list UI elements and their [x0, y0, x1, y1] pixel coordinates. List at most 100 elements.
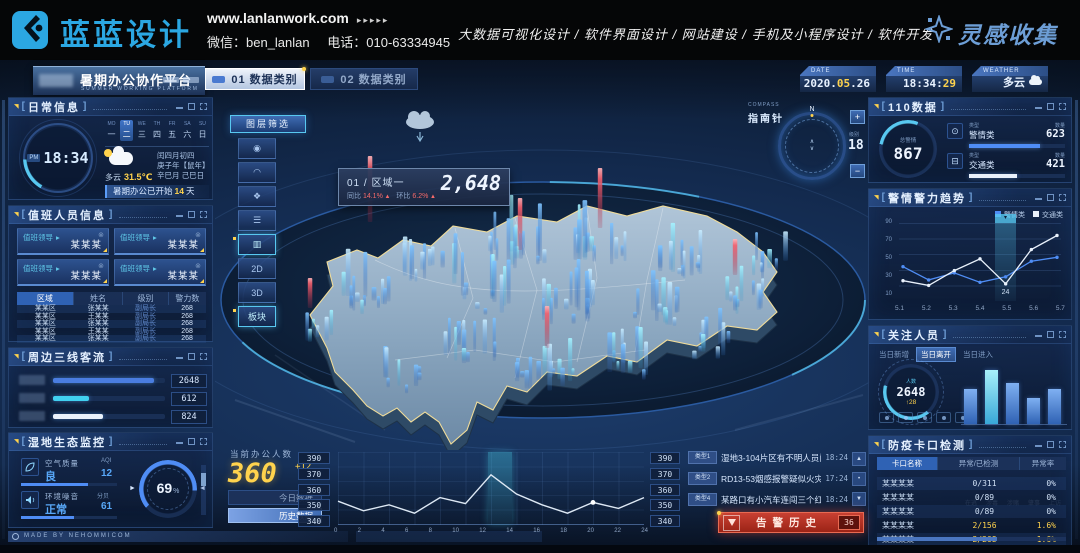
scroll-up-icon[interactable]: ▲ [852, 452, 866, 466]
alert-time: 18:24 [825, 453, 848, 462]
cp-row-1[interactable]: 某某某某0/890% [877, 491, 1066, 504]
window-icon[interactable] [1047, 103, 1054, 110]
layer-block-button[interactable]: 板块 [238, 306, 276, 327]
alert-row[interactable]: 类型2 RD13-53烟感报警疑似火灾 17:24 [688, 470, 848, 487]
minimize-icon[interactable] [176, 354, 183, 359]
layer-signal-button[interactable]: ◠ [238, 162, 276, 183]
tab-data-category-1[interactable]: 01 数据类别 [205, 68, 305, 90]
duty-leader-card[interactable]: 值班领导⊗某某某 [17, 228, 109, 255]
zoom-level-label: 级别 [849, 131, 859, 138]
flow-bar-fill-1 [53, 396, 89, 401]
window-icon[interactable] [188, 438, 195, 445]
layer-3d-button[interactable]: 3D [238, 282, 276, 303]
zoom-level-value: 18 [848, 138, 864, 153]
website-line[interactable]: www.lanlanwork.com▸▸▸▸▸ [207, 10, 389, 26]
right-edge-decor [1075, 100, 1078, 539]
duty-leader-card[interactable]: 值班领导⊗某某某 [17, 259, 109, 286]
compass-dial[interactable]: N ∧∨ [778, 112, 846, 180]
window-icon[interactable] [1047, 331, 1054, 338]
scroll-down-icon[interactable]: ▼ [852, 492, 866, 506]
panel-title: 警情警力趋势 [888, 190, 966, 206]
time-label: TIME [886, 66, 962, 76]
minimize-icon[interactable] [176, 439, 183, 444]
checkpoint-scrollbar[interactable] [877, 537, 1066, 541]
minimize-icon[interactable] [1035, 332, 1042, 337]
duty-table-header: 区域姓名级别警力数 [17, 292, 206, 305]
expand-icon[interactable] [1059, 103, 1066, 110]
alert-row[interactable]: 类型4 某路口有小汽车连闯三个红灯 18:24 [688, 491, 848, 508]
window-icon[interactable] [188, 211, 195, 218]
layer-2d-button[interactable]: 2D [238, 258, 276, 279]
expand-icon[interactable] [200, 103, 207, 110]
expand-icon[interactable] [200, 438, 207, 445]
focus-filter-icon[interactable] [917, 412, 932, 423]
layer-cluster-button[interactable]: ❖ [238, 186, 276, 207]
minimize-icon[interactable] [1035, 195, 1042, 200]
tooltip-region: 01 / 区域一 [347, 174, 404, 189]
website-url[interactable]: www.lanlanwork.com [207, 10, 349, 26]
expand-icon[interactable] [200, 353, 207, 360]
gauge-slider[interactable] [201, 465, 206, 515]
weather-chip: WEATHER 多云 [972, 66, 1048, 92]
layer-barchart-button[interactable]: ▥ [238, 234, 276, 255]
week-col-6[interactable]: SU日 [196, 120, 209, 141]
focus-bar-1 [985, 370, 998, 424]
focus-filter-icons [879, 412, 970, 423]
minimize-icon[interactable] [1035, 442, 1042, 447]
expand-icon[interactable] [200, 211, 207, 218]
promo-banner: 蓝蓝设计 www.lanlanwork.com▸▸▸▸▸ 微信：ben_lanl… [0, 0, 1080, 60]
scroll-dot-icon[interactable]: • [852, 472, 866, 486]
window-icon[interactable] [188, 103, 195, 110]
week-col-4[interactable]: FR五 [166, 120, 179, 141]
minimize-icon[interactable] [1035, 104, 1042, 109]
week-col-0[interactable]: MO一 [105, 120, 118, 141]
zoom-in-button[interactable]: + [850, 110, 865, 124]
gauge-left-arrow-icon[interactable]: ► [129, 485, 136, 492]
window-icon[interactable] [1047, 194, 1054, 201]
north-label: N [809, 106, 814, 113]
layer-list-button[interactable]: ☰ [238, 210, 276, 231]
expand-icon[interactable] [1059, 194, 1066, 201]
cp-row-3[interactable]: 某某某某2/1561.6% [877, 519, 1066, 532]
window-icon[interactable] [188, 353, 195, 360]
tab-left-today[interactable]: 当日离开 [916, 347, 956, 362]
cp-row-0[interactable]: 某某某某0/3110% [877, 477, 1066, 490]
alert-history-banner[interactable]: 告警历史 36 [718, 512, 864, 533]
flow-value: 612 [171, 392, 207, 406]
trend-chart-svg: 24 [899, 223, 1061, 301]
minimize-icon[interactable] [176, 104, 183, 109]
layer-poi-button[interactable]: ◉ [238, 138, 276, 159]
duty-table-row[interactable]: 某某区张某某副局长268 [17, 320, 206, 328]
focus-filter-icon[interactable] [936, 412, 951, 423]
tab-data-category-2[interactable]: 02 数据类别 [310, 68, 418, 90]
alert-row[interactable]: 类型1 湿地3-104片区有不明人员闯入 18:24 [688, 449, 848, 466]
zoom-out-button[interactable]: − [850, 164, 865, 178]
tab-new-today[interactable]: 当日新增 [879, 349, 909, 360]
expand-icon[interactable] [1059, 441, 1066, 448]
minimize-icon[interactable] [176, 212, 183, 217]
cp-row-2[interactable]: 某某某某0/890% [877, 505, 1066, 518]
week-col-1[interactable]: TU二 [120, 120, 133, 141]
duty-leader-card[interactable]: 值班领导⊗某某某 [114, 228, 206, 255]
temperature: 31.5℃ [124, 172, 152, 182]
focus-filter-icon[interactable] [898, 412, 913, 423]
active-dot-icon [302, 67, 306, 71]
duty-table-row[interactable]: 某某区张某某副局长268 [17, 335, 206, 343]
redacted-logo [39, 74, 73, 87]
week-col-5[interactable]: SA六 [181, 120, 194, 141]
layer-filter-title: 图层筛选 [230, 115, 306, 133]
window-icon[interactable] [1047, 441, 1054, 448]
week-col-3[interactable]: TH四 [150, 120, 163, 141]
trend-chart: 24 [899, 223, 1061, 301]
week-col-2[interactable]: WE三 [135, 120, 148, 141]
focus-filter-icon[interactable] [879, 412, 894, 423]
tab-pill-icon [321, 76, 334, 83]
duty-table-row[interactable]: 某某区张某某副局长268 [17, 305, 206, 313]
screen: 蓝蓝设计 www.lanlanwork.com▸▸▸▸▸ 微信：ben_lanl… [0, 0, 1080, 553]
duty-leader-card[interactable]: 值班领导⊗某某某 [114, 259, 206, 286]
title-decor-chip [163, 77, 179, 83]
office-y-axis-left: 390370360350340 [298, 452, 330, 531]
yoy-value: 14.1% [363, 193, 390, 200]
expand-icon[interactable] [1059, 331, 1066, 338]
alert-scroll-controls: ▲ • ▼ [852, 452, 864, 512]
